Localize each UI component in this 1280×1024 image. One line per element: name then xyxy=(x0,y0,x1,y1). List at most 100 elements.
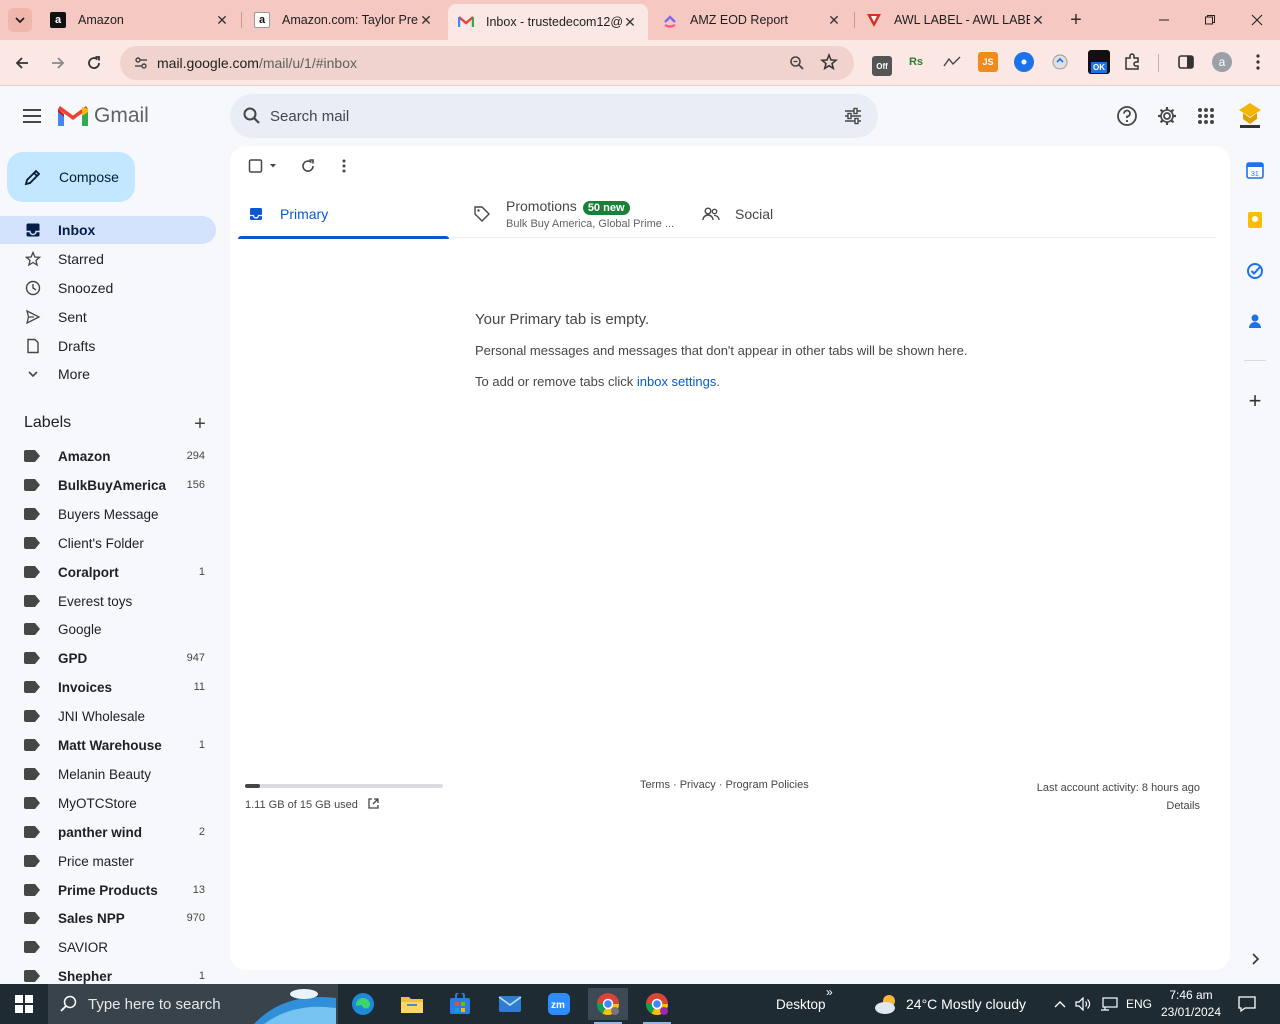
select-all-checkbox[interactable] xyxy=(246,156,280,176)
expand-side-panel-icon[interactable] xyxy=(1244,948,1266,970)
close-tab-icon[interactable]: ✕ xyxy=(1030,12,1046,28)
chrome-profile-a-icon[interactable] xyxy=(588,988,628,1024)
label-item[interactable]: Everest toys xyxy=(0,587,216,615)
refresh-icon[interactable] xyxy=(298,156,318,176)
reload-button[interactable] xyxy=(80,49,108,77)
weather-text[interactable]: 24°C Mostly cloudy xyxy=(906,984,1026,1024)
zoom-app-icon[interactable]: zm xyxy=(539,988,579,1020)
label-item[interactable]: SAVIOR xyxy=(0,933,216,961)
label-item[interactable]: Amazon 294 xyxy=(0,442,216,470)
label-item[interactable]: Client's Folder xyxy=(0,529,216,557)
label-item[interactable]: Google xyxy=(0,615,216,643)
activity-details-link[interactable]: Details xyxy=(1037,797,1200,815)
search-input[interactable]: Search mail xyxy=(230,94,878,138)
label-item[interactable]: Melanin Beauty xyxy=(0,760,216,788)
input-language-indicator[interactable]: ENG xyxy=(1126,984,1152,1024)
bookmark-star-icon[interactable] xyxy=(820,53,838,71)
footer-policy-links[interactable]: Terms · Privacy · Program Policies xyxy=(640,779,809,791)
extension-rs-icon[interactable]: Rs xyxy=(906,52,926,72)
label-item[interactable]: Price master xyxy=(0,847,216,875)
tasks-icon[interactable] xyxy=(1244,260,1266,282)
desktop-toolbar-label[interactable]: Desktop xyxy=(776,984,826,1024)
show-hidden-icons-icon[interactable] xyxy=(1054,984,1066,1024)
browser-tab-amz-eod[interactable]: AMZ EOD Report ✕ xyxy=(652,4,852,36)
tab-social[interactable]: Social xyxy=(701,190,901,238)
volume-icon[interactable] xyxy=(1075,984,1091,1024)
site-info-icon[interactable] xyxy=(132,54,150,72)
main-menu-icon[interactable] xyxy=(20,104,44,128)
account-avatar-logo[interactable] xyxy=(1234,100,1266,132)
side-panel-icon[interactable] xyxy=(1176,52,1196,72)
minimize-button[interactable] xyxy=(1141,0,1187,40)
close-tab-icon[interactable]: ✕ xyxy=(418,12,434,28)
close-window-button[interactable] xyxy=(1234,0,1280,40)
microsoft-store-icon[interactable] xyxy=(440,988,480,1020)
nav-starred[interactable]: Starred xyxy=(0,245,216,273)
taskbar-clock[interactable]: 7:46 am 23/01/2024 xyxy=(1158,987,1224,1021)
label-item[interactable]: BulkBuyAmerica 156 xyxy=(0,471,216,499)
address-bar[interactable]: mail.google.com/mail/u/1/#inbox xyxy=(120,46,854,80)
create-label-button[interactable]: + xyxy=(190,413,210,435)
label-item[interactable]: MyOTCStore xyxy=(0,789,216,817)
extensions-puzzle-icon[interactable] xyxy=(1122,52,1142,72)
inbox-settings-link[interactable]: inbox settings xyxy=(637,374,717,389)
browser-tab-awl-label[interactable]: AWL LABEL - AWL LABEL ✕ xyxy=(856,4,1056,36)
browser-tab-amazon[interactable]: a Amazon ✕ xyxy=(40,4,240,36)
edge-browser-icon[interactable] xyxy=(343,988,383,1020)
label-item[interactable]: Coralport 1 xyxy=(0,558,216,586)
network-icon[interactable] xyxy=(1100,984,1118,1024)
nav-snoozed[interactable]: Snoozed xyxy=(0,274,216,302)
tab-promotions[interactable]: Promotions 50 new Bulk Buy America, Globa… xyxy=(472,190,682,238)
label-item[interactable]: GPD 947 xyxy=(0,644,216,672)
close-tab-icon[interactable]: ✕ xyxy=(214,12,230,28)
nav-more[interactable]: More xyxy=(0,360,216,388)
mail-app-icon[interactable] xyxy=(490,988,530,1020)
tab-primary[interactable]: Primary xyxy=(238,190,449,239)
browser-menu-icon[interactable] xyxy=(1248,52,1268,72)
settings-gear-icon[interactable] xyxy=(1155,104,1179,128)
label-item[interactable]: panther wind 2 xyxy=(0,818,216,846)
nav-sent[interactable]: Sent xyxy=(0,303,216,331)
file-explorer-icon[interactable] xyxy=(392,988,432,1020)
label-item[interactable]: Invoices 11 xyxy=(0,673,216,701)
back-button[interactable] xyxy=(8,49,36,77)
toolbar-expand-icon[interactable]: » xyxy=(826,972,833,1012)
windows-start-icon[interactable] xyxy=(0,984,48,1024)
label-item[interactable]: Buyers Message xyxy=(0,500,216,528)
more-options-icon[interactable] xyxy=(334,156,354,176)
profile-avatar[interactable]: a xyxy=(1212,52,1232,72)
calendar-icon[interactable]: 31 xyxy=(1244,159,1266,181)
get-addons-plus-icon[interactable]: + xyxy=(1244,388,1266,413)
open-external-icon[interactable] xyxy=(367,797,380,813)
google-apps-icon[interactable] xyxy=(1194,104,1218,128)
extension-keepa-icon[interactable] xyxy=(942,52,962,72)
nav-inbox[interactable]: Inbox xyxy=(0,216,216,244)
compose-button[interactable]: Compose xyxy=(7,152,135,202)
tab-search-button[interactable] xyxy=(8,8,32,32)
label-item[interactable]: Matt Warehouse 1 xyxy=(0,731,216,759)
browser-tab-amazon-product[interactable]: a Amazon.com: Taylor Prec ✕ xyxy=(244,4,444,36)
label-item[interactable]: Prime Products 13 xyxy=(0,876,216,904)
nav-drafts[interactable]: Drafts xyxy=(0,332,216,360)
forward-button[interactable] xyxy=(44,49,72,77)
restore-button[interactable] xyxy=(1187,0,1233,40)
label-item[interactable]: JNI Wholesale xyxy=(0,702,216,730)
extension-js-icon[interactable]: JS xyxy=(978,52,998,72)
new-tab-button[interactable]: + xyxy=(1064,8,1088,32)
keep-icon[interactable] xyxy=(1244,209,1266,231)
close-tab-icon[interactable]: ✕ xyxy=(826,12,842,28)
search-options-icon[interactable] xyxy=(841,104,865,128)
contacts-icon[interactable] xyxy=(1244,310,1266,332)
notifications-icon[interactable] xyxy=(1238,984,1256,1024)
extension-off-icon[interactable]: Off xyxy=(872,56,892,76)
zoom-icon[interactable] xyxy=(788,54,806,72)
extension-sellerapp-icon[interactable] xyxy=(1050,52,1070,72)
label-item[interactable]: Sales NPP 970 xyxy=(0,904,216,932)
extension-ok-icon[interactable]: OK xyxy=(1088,50,1110,74)
chrome-profile-b-icon[interactable] xyxy=(637,988,677,1024)
gmail-logo[interactable]: Gmail xyxy=(58,104,149,128)
extension-helium-icon[interactable] xyxy=(1014,52,1034,72)
search-icon[interactable] xyxy=(240,104,264,128)
browser-tab-gmail[interactable]: Inbox - trustedecom12@ ✕ xyxy=(448,4,648,40)
close-tab-icon[interactable]: ✕ xyxy=(622,14,638,30)
